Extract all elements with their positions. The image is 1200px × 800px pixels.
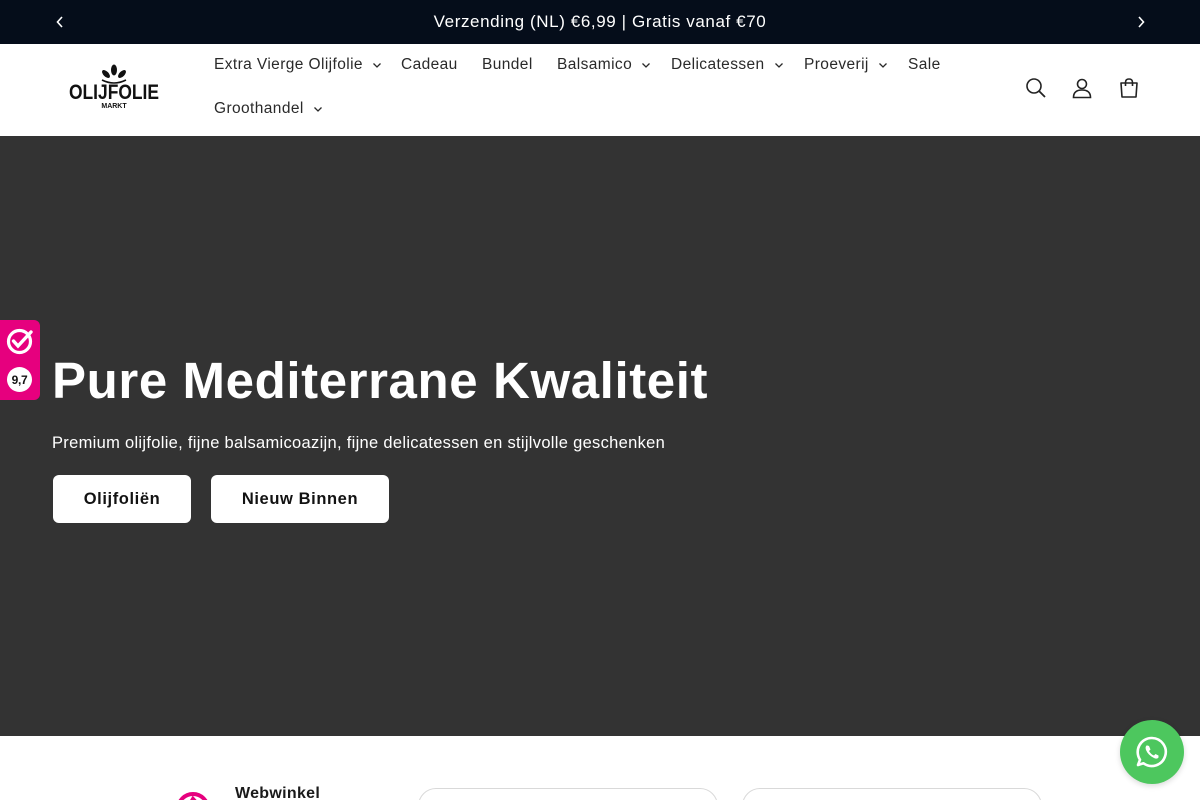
whatsapp-icon <box>1136 736 1168 768</box>
nav-item-proeverij[interactable]: Proeverij <box>804 56 888 74</box>
announcement-next-button[interactable] <box>1119 0 1163 44</box>
nav-item-label: Groothandel <box>214 100 304 117</box>
nav-item-label: Cadeau <box>401 56 458 73</box>
nav-item-balsamico[interactable]: Balsamico <box>557 56 651 74</box>
chevron-down-icon <box>774 60 784 70</box>
chevron-down-icon <box>878 60 888 70</box>
nav-item-sale[interactable]: Sale <box>908 56 941 74</box>
olive-logo-icon: OLIJFOLIE MARKT <box>69 64 159 110</box>
nav-item-label: Sale <box>908 56 941 73</box>
nav-item-extra-vierge-olijfolie[interactable]: Extra Vierge Olijfolie <box>214 56 382 74</box>
hero-banner: Pure Mediterrane Kwaliteit Premium olijf… <box>0 136 1200 736</box>
nav-item-groothandel[interactable]: Groothandel <box>214 100 323 118</box>
hero-title: Pure Mediterrane Kwaliteit <box>52 352 709 409</box>
review-card <box>418 788 718 800</box>
site-logo[interactable]: OLIJFOLIE MARKT <box>66 64 162 114</box>
rating-score: 9,7 <box>7 367 32 392</box>
rating-badge[interactable]: 9,7 <box>0 320 40 400</box>
announcement-bar: Verzending (NL) €6,99 | Gratis vanaf €70 <box>0 0 1200 44</box>
nav-item-label: Bundel <box>482 56 533 73</box>
nieuw-binnen-button[interactable]: Nieuw Binnen <box>211 475 389 523</box>
chevron-down-icon <box>372 60 382 70</box>
cart-icon <box>1120 78 1138 98</box>
nav-item-bundel[interactable]: Bundel <box>482 56 533 74</box>
account-button[interactable] <box>1066 72 1098 104</box>
nav-item-label: Extra Vierge Olijfolie <box>214 56 363 73</box>
nav-item-label: Proeverij <box>804 56 869 73</box>
logo-tagline: MARKT <box>101 103 127 110</box>
olijfolien-button[interactable]: Olijfoliën <box>53 475 191 523</box>
review-card <box>742 788 1042 800</box>
chevron-right-icon <box>1138 16 1145 28</box>
trust-band: Webwinkel <box>0 736 1200 800</box>
whatsapp-button[interactable] <box>1120 720 1184 784</box>
webwinkelkeur-icon <box>6 328 33 355</box>
webwinkelkeur-logo-icon <box>178 792 208 800</box>
nav-item-label: Delicatessen <box>671 56 765 73</box>
hero-subtitle: Premium olijfolie, fijne balsamicoazijn,… <box>52 434 666 452</box>
site-header: OLIJFOLIE MARKT Extra Vierge Olijfolie C… <box>0 44 1200 136</box>
search-button[interactable] <box>1020 72 1052 104</box>
webwinkel-label: Webwinkel <box>235 785 321 800</box>
chevron-down-icon <box>641 60 651 70</box>
nav-item-delicatessen[interactable]: Delicatessen <box>671 56 784 74</box>
announcement-text: Verzending (NL) €6,99 | Gratis vanaf €70 <box>433 12 767 31</box>
cart-button[interactable] <box>1113 72 1145 104</box>
chevron-down-icon <box>313 104 323 114</box>
logo-wordmark: OLIJFOLIE <box>69 81 159 104</box>
account-icon <box>1072 78 1092 99</box>
nav-item-label: Balsamico <box>557 56 633 73</box>
search-icon <box>1026 78 1046 98</box>
nav-item-cadeau[interactable]: Cadeau <box>401 56 458 74</box>
